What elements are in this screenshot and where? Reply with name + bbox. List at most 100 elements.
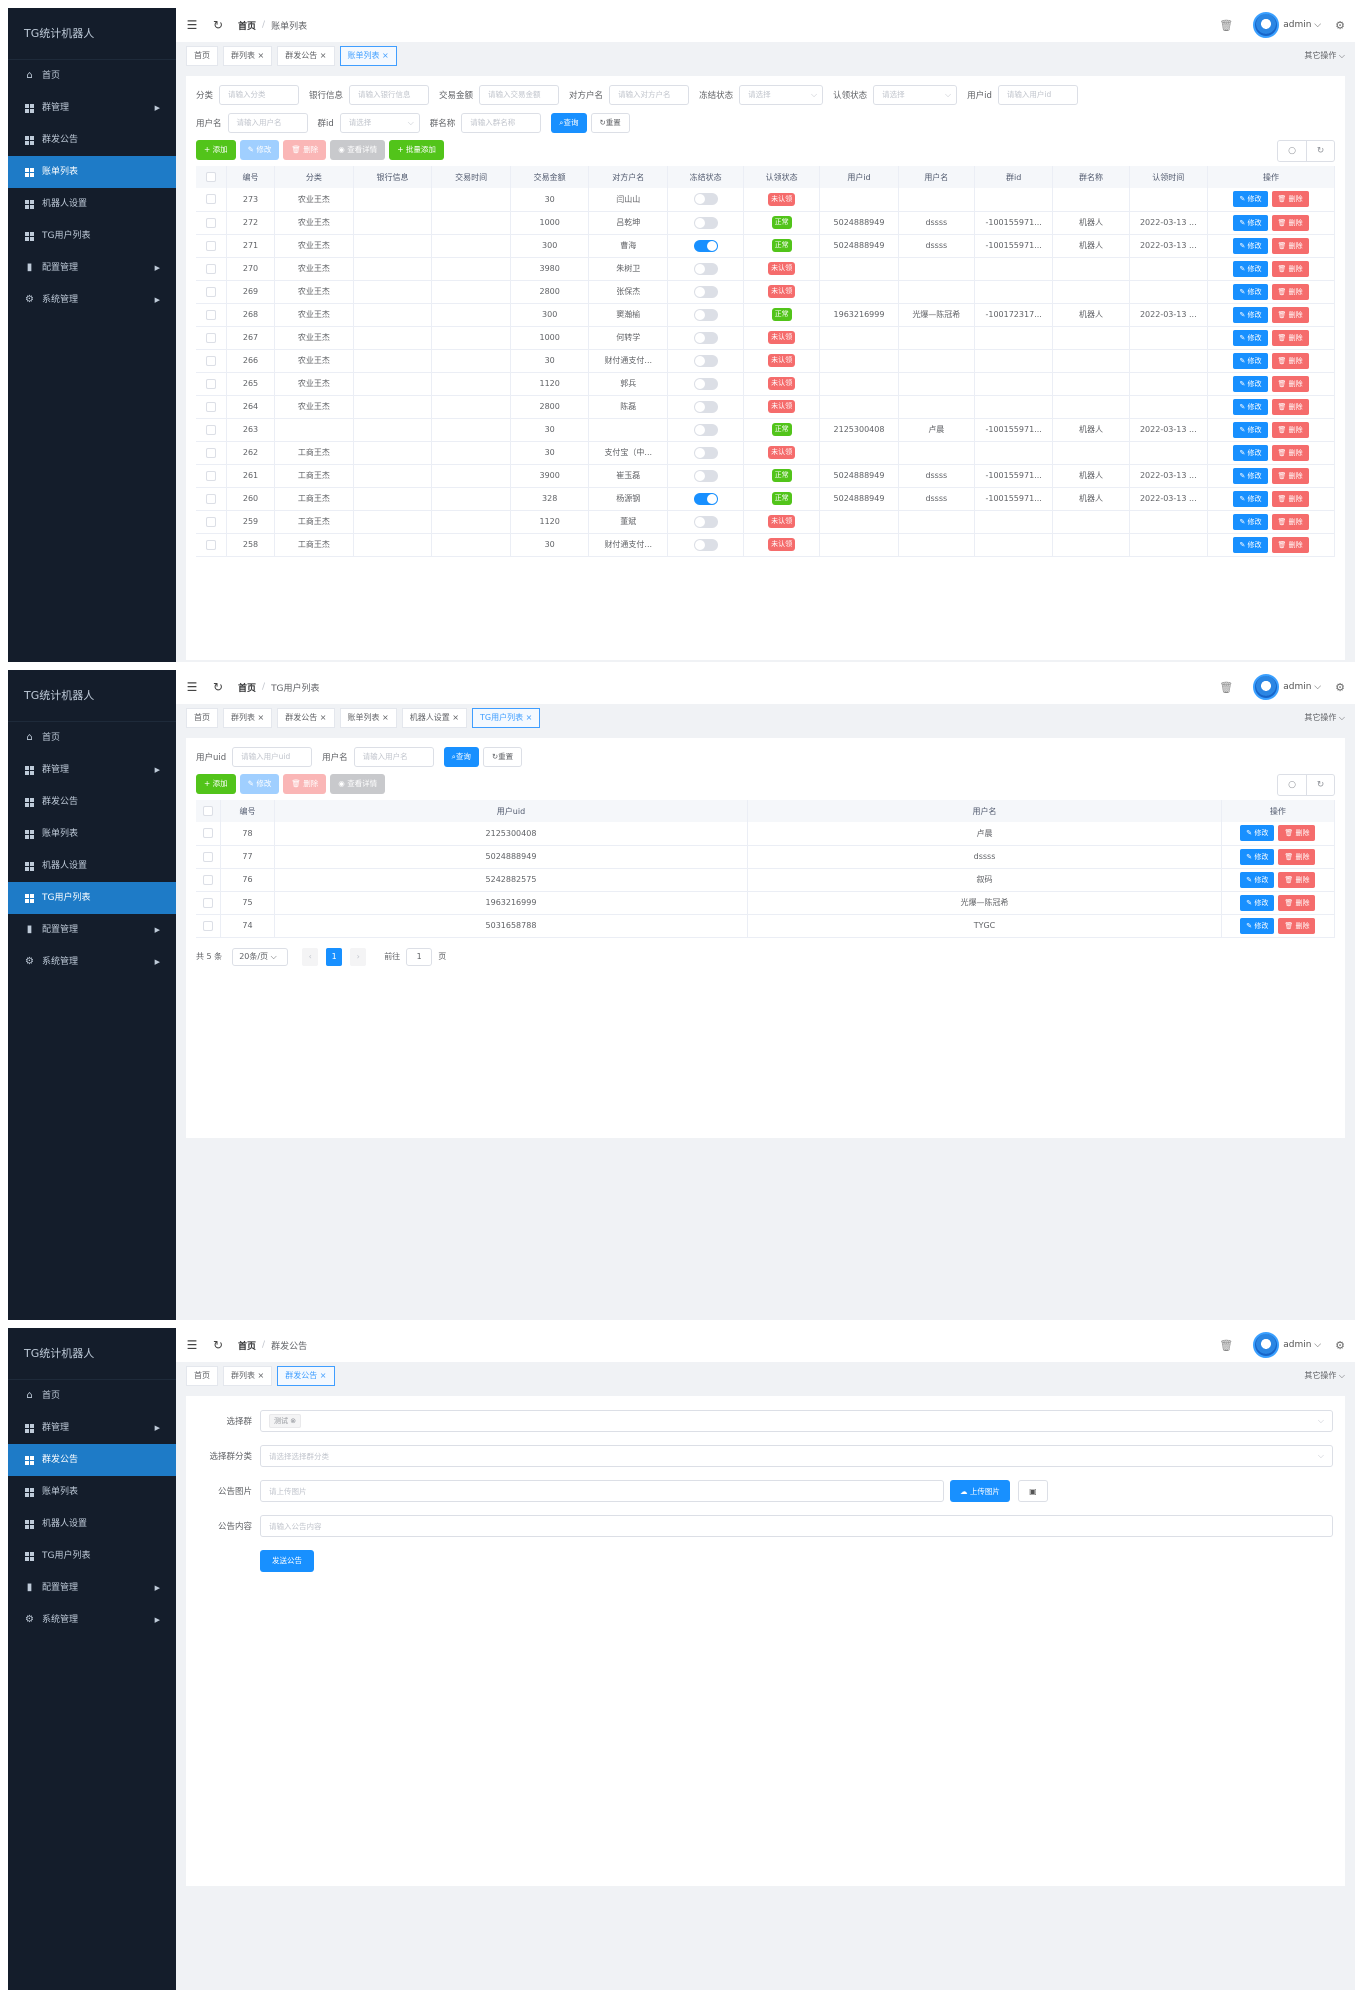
sidebar-item-7[interactable]: ⚙ 系统管理 ▶ (8, 1604, 176, 1636)
row-checkbox[interactable] (196, 441, 227, 465)
tab-1[interactable]: 群列表 × (223, 1366, 273, 1386)
edit-button[interactable]: ✎ 修改 (239, 774, 280, 794)
tab-3[interactable]: 账单列表 × (339, 708, 397, 728)
search-button[interactable]: ⌕ 查询 (443, 747, 479, 767)
row-delete-button[interactable]: 🗑 删除 (1278, 894, 1316, 911)
delete-button[interactable]: 🗑 删除 (283, 774, 327, 794)
sidebar-item-4[interactable]: 机器人设置 (8, 850, 176, 882)
row-checkbox[interactable] (196, 303, 227, 327)
row-edit-button[interactable]: ✎ 修改 (1233, 191, 1268, 208)
close-icon[interactable]: × (255, 713, 265, 722)
search-button[interactable]: ⌕ 查询 (551, 113, 587, 133)
row-delete-button[interactable]: 🗑 删除 (1271, 191, 1309, 208)
row-checkbox[interactable] (196, 257, 227, 281)
upload-image-button[interactable]: ☁ 上传图片 (950, 1480, 1010, 1502)
refresh-icon[interactable]: ↻ (212, 680, 224, 694)
next-page-button[interactable]: › (350, 947, 367, 966)
reset-button[interactable]: ↻ 重置 (590, 113, 630, 133)
tab-0[interactable]: 首页 (186, 1366, 218, 1386)
add-button[interactable]: + 添加 (196, 774, 236, 794)
frozen-toggle[interactable] (693, 285, 718, 298)
column-header[interactable]: 分类 (274, 166, 354, 188)
sidebar-item-6[interactable]: ▮ 配置管理 ▶ (8, 1572, 176, 1604)
column-header[interactable]: 群id (974, 166, 1054, 188)
select-all-checkbox[interactable] (196, 166, 227, 188)
tab-2[interactable]: 群发公告 × (277, 46, 335, 66)
tab-0[interactable]: 首页 (186, 46, 218, 66)
row-edit-button[interactable]: ✎ 修改 (1233, 444, 1268, 461)
row-delete-button[interactable]: 🗑 删除 (1271, 536, 1309, 553)
sidebar-item-0[interactable]: ⌂ 首页 (8, 60, 176, 92)
sidebar-item-2[interactable]: 群发公告 (8, 124, 176, 156)
sidebar-item-0[interactable]: ⌂ 首页 (8, 722, 176, 754)
row-delete-button[interactable]: 🗑 删除 (1271, 214, 1309, 231)
row-checkbox[interactable] (196, 234, 227, 258)
row-edit-button[interactable]: ✎ 修改 (1233, 329, 1268, 346)
close-icon[interactable]: × (317, 51, 327, 60)
hamburger-icon[interactable]: ☰ (186, 18, 198, 32)
row-delete-button[interactable]: 🗑 删除 (1271, 444, 1309, 461)
user-menu[interactable]: admin ⌵ (1283, 1340, 1321, 1350)
clipboard-icon[interactable]: 🗑 (1219, 681, 1233, 694)
column-header[interactable]: 用户uid (274, 800, 749, 822)
tab-5[interactable]: TG用户列表 × (472, 708, 541, 728)
refresh-table-icon[interactable]: ↻ (1306, 141, 1334, 161)
row-delete-button[interactable]: 🗑 删除 (1271, 283, 1309, 300)
breadcrumb-home[interactable]: 首页 (238, 681, 256, 694)
column-header[interactable]: 交易时间 (431, 166, 511, 188)
row-edit-button[interactable]: ✎ 修改 (1233, 490, 1268, 507)
category-select[interactable]: 请选择选择群分类 ⌵ (260, 1445, 1333, 1467)
page-number-current[interactable]: 1 (326, 947, 343, 966)
column-header[interactable]: 操作 (1207, 166, 1335, 188)
filter-input[interactable]: 请输入用户id (997, 85, 1078, 105)
sidebar-item-3[interactable]: 账单列表 (8, 156, 176, 188)
column-header[interactable]: 编号 (226, 166, 276, 188)
close-icon[interactable]: × (450, 713, 459, 722)
reset-button[interactable]: ↻ 重置 (482, 747, 523, 767)
column-header[interactable]: 认领状态 (743, 166, 821, 188)
filter-input[interactable]: 请输入银行信息 (349, 85, 430, 105)
column-header[interactable]: 操作 (1221, 800, 1336, 822)
frozen-toggle[interactable] (693, 262, 718, 275)
column-header[interactable]: 用户名 (898, 166, 975, 188)
sidebar-item-5[interactable]: TG用户列表 (8, 882, 176, 914)
sidebar-item-5[interactable]: TG用户列表 (8, 1540, 176, 1572)
row-checkbox[interactable] (196, 868, 222, 892)
filter-input[interactable]: 请输入群名称 (461, 113, 542, 133)
close-icon[interactable]: × (523, 713, 533, 722)
row-delete-button[interactable]: 🗑 删除 (1271, 421, 1309, 438)
row-delete-button[interactable]: 🗑 删除 (1278, 848, 1316, 865)
avatar[interactable] (1253, 12, 1280, 38)
frozen-toggle[interactable] (693, 400, 718, 413)
filter-input[interactable]: 请输入对方户名 (609, 85, 690, 105)
row-edit-button[interactable]: ✎ 修改 (1233, 536, 1268, 553)
close-icon[interactable]: × (317, 1371, 327, 1380)
tab-0[interactable]: 首页 (186, 708, 218, 728)
filter-input[interactable]: 请输入用户名 (227, 113, 308, 133)
breadcrumb-home[interactable]: 首页 (238, 1339, 256, 1352)
refresh-table-icon[interactable]: ↻ (1306, 775, 1334, 795)
close-icon[interactable]: × (380, 51, 389, 60)
row-checkbox[interactable] (196, 487, 227, 511)
avatar[interactable] (1253, 674, 1280, 700)
clipboard-icon[interactable]: 🗑 (1219, 19, 1233, 32)
row-checkbox[interactable] (196, 464, 227, 488)
toggle-search-icon[interactable]: ○ (1278, 141, 1306, 161)
sidebar-item-2[interactable]: 群发公告 (8, 786, 176, 818)
row-checkbox[interactable] (196, 418, 227, 442)
frozen-toggle[interactable] (693, 423, 718, 436)
close-icon[interactable]: × (380, 713, 389, 722)
row-checkbox[interactable] (196, 349, 227, 373)
sidebar-item-6[interactable]: ▮ 配置管理 ▶ (8, 914, 176, 946)
user-menu[interactable]: admin ⌵ (1283, 682, 1321, 692)
toggle-search-icon[interactable]: ○ (1278, 775, 1306, 795)
batch-add-button[interactable]: + 批量添加 (389, 140, 444, 160)
tab-1[interactable]: 群列表 × (223, 46, 273, 66)
edit-button[interactable]: ✎ 修改 (239, 140, 280, 160)
row-delete-button[interactable]: 🗑 删除 (1271, 237, 1309, 254)
row-delete-button[interactable]: 🗑 删除 (1271, 306, 1309, 323)
row-checkbox[interactable] (196, 280, 227, 304)
breadcrumb-home[interactable]: 首页 (238, 19, 256, 32)
filter-select[interactable]: 请选择 ⌵ (739, 85, 824, 105)
frozen-toggle[interactable] (693, 354, 718, 367)
